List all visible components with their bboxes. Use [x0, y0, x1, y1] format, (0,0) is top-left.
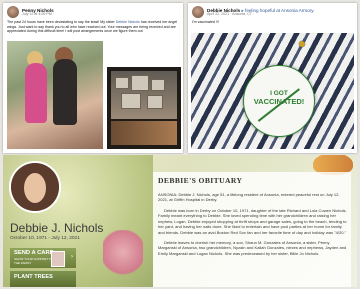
portrait-face [24, 173, 46, 203]
post-header: Debbie Nichols ▸ feeling hopeful at Anso… [188, 3, 357, 19]
post-caption: I'm vaccinated !!! [192, 20, 219, 24]
wall-frame [115, 77, 129, 89]
wall-frame [131, 75, 149, 91]
sticker-line1: I GOT [270, 90, 288, 97]
chevron-right-icon: › [71, 254, 73, 260]
plant-trees-label: PLANT TREES [14, 274, 53, 280]
pin-icon [299, 41, 305, 47]
facebook-post-penny: Penny Nichols July 12 at 4:05 PM · The p… [3, 3, 183, 153]
obituary-body: ANSONIA: Debbie J. Nichols, age 51, a li… [158, 192, 348, 261]
background-flower [103, 230, 143, 285]
post-photos [7, 41, 181, 149]
obituary-panel: DEBBIE'S OBITUARY ANSONIA: Debbie J. Nic… [153, 172, 351, 287]
wall-frame [121, 93, 141, 109]
memorial-portrait [9, 161, 61, 213]
post-timestamp[interactable]: April 22, 2021 · Ansonia, CT · [207, 12, 314, 17]
photo-figure-pink [25, 63, 47, 123]
life-dates: October 10, 1971 - July 12, 2021 [10, 236, 80, 241]
send-card-button[interactable]: SEND A CARD SHOW YOUR SUPPORT TO THE FAM… [10, 248, 76, 268]
vaccinated-sticker: I GOT VACCINATED! [243, 65, 315, 137]
avatar[interactable] [7, 6, 19, 18]
photo-vaccine-sticker[interactable]: I GOT VACCINATED! [191, 33, 354, 149]
post-text-before: The past 24 hours have been devastating … [7, 20, 116, 24]
obituary-paragraph: Debbie was born in Derby on October 10, … [158, 207, 347, 235]
avatar[interactable] [192, 6, 204, 18]
plant-trees-button[interactable]: PLANT TREES [10, 271, 76, 287]
send-card-label: SEND A CARD [14, 250, 54, 256]
wall-frame [147, 95, 163, 109]
photo-floor [111, 121, 177, 145]
facebook-post-debbie: Debbie Nichols ▸ feeling hopeful at Anso… [188, 3, 357, 153]
photo-figure-dark [53, 59, 77, 125]
obituary-title: DEBBIE'S OBITUARY [158, 176, 243, 185]
post-text: The past 24 hours have been devastating … [3, 19, 183, 35]
card-thumbnail [51, 251, 65, 267]
tagged-profile-link[interactable]: Debbie Nichols [116, 20, 140, 24]
obituary-page: Debbie J. Nichols October 10, 1971 - Jul… [3, 155, 357, 287]
send-card-sublabel: SHOW YOUR SUPPORT TO THE FAMILY [14, 257, 53, 265]
wall-frame [151, 79, 165, 91]
obituary-paragraph: Debbie leaves to cherish her memory, a s… [158, 239, 347, 256]
obituary-paragraph: ANSONIA: Debbie J. Nichols, age 51, a li… [158, 192, 340, 203]
deceased-name: Debbie J. Nichols [10, 221, 104, 235]
post-timestamp[interactable]: July 12 at 4:05 PM · [22, 12, 54, 17]
post-header: Penny Nichols July 12 at 4:05 PM · [3, 3, 183, 19]
photo-room-wall[interactable] [107, 67, 181, 149]
photo-two-women[interactable] [7, 41, 103, 149]
